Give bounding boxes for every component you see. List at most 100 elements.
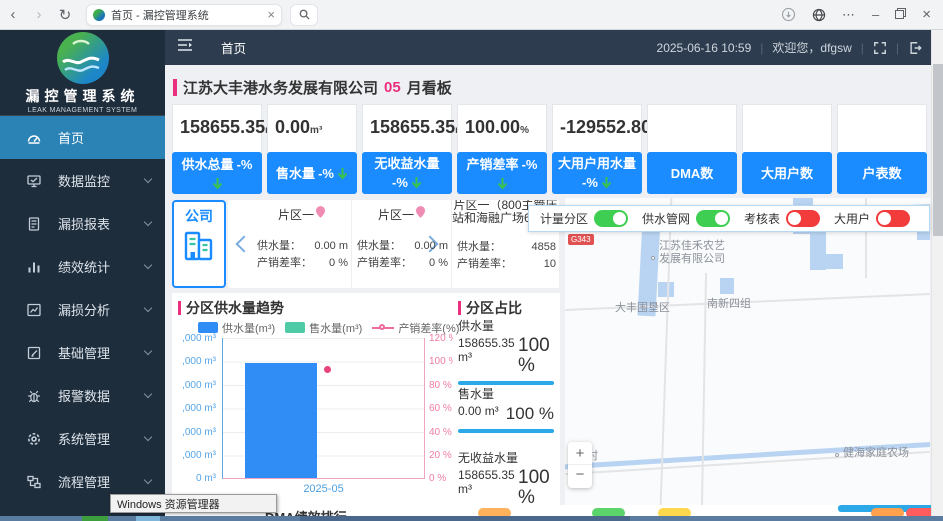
rank-pill-green [592, 508, 625, 516]
toggle-label-metering-zone: 计量分区 [540, 210, 588, 227]
sidebar-item-leak-analysis[interactable]: 漏损分析 [0, 288, 165, 331]
toggle-metering-zone[interactable] [594, 210, 628, 227]
kpi-label-button[interactable]: 户表数 [837, 152, 927, 194]
browser-chrome: ‹ › ↻ 首页 - 漏控管理系统 × ⋯ – × [0, 0, 943, 30]
app-logo [57, 32, 109, 84]
sidebar-item-basic-management[interactable]: 基础管理 [0, 331, 165, 374]
kpi-value [837, 104, 927, 152]
sidebar-item-label: 基础管理 [58, 343, 110, 362]
browser-tab[interactable]: 首页 - 漏控管理系统 × [86, 4, 282, 26]
kpi-label-button[interactable]: DMA数 [647, 152, 737, 194]
zoom-in-button[interactable]: + [568, 442, 592, 465]
title-accent-bar [173, 79, 177, 96]
ratio-percent: 100 % [518, 468, 554, 508]
globe-icon[interactable] [812, 8, 826, 22]
search-button[interactable] [290, 4, 318, 26]
chevron-down-icon [144, 218, 152, 226]
tab-close-icon[interactable]: × [267, 7, 275, 22]
building-icon [181, 226, 217, 264]
breadcrumb[interactable]: 首页 [221, 38, 246, 57]
kpi-label-button[interactable]: 产销差率-% [457, 152, 547, 194]
taskbar-active-app[interactable] [300, 516, 630, 521]
toggle-assessment-meter[interactable] [786, 210, 820, 227]
sidebar-item-data-monitor[interactable]: 数据监控 [0, 159, 165, 202]
sidebar-item-alarm-data[interactable]: 报警数据 [0, 374, 165, 417]
page-scrollbar[interactable] [931, 30, 943, 521]
y-axis-tick: 20 % [429, 450, 453, 461]
fullscreen-icon[interactable] [873, 41, 887, 55]
zone-title: 片区一 [352, 206, 451, 238]
kpi-card-meter-count: 户表数 [837, 104, 927, 194]
search-icon [299, 9, 310, 20]
kpi-label-button[interactable]: 无收益水量-% [362, 152, 452, 194]
minimize-icon[interactable]: – [872, 7, 879, 22]
kpi-value [647, 104, 737, 152]
board-suffix: 月看板 [407, 77, 452, 98]
zoom-out-button[interactable]: − [568, 465, 592, 487]
zone-carousel: 片区一 供水量：0.00 m 产销差率：0 % 片区一 供水量：0.00 m 产… [228, 200, 560, 288]
sidebar-item-home[interactable]: 首页 [0, 116, 165, 159]
title-accent-bar [458, 301, 461, 315]
nrw-rate-point[interactable] [324, 366, 331, 373]
forward-icon[interactable]: › [26, 6, 52, 23]
y-axis-tick: 0 % [429, 473, 453, 484]
taskbar-app-icon[interactable] [136, 516, 160, 521]
divider: | [760, 41, 763, 55]
gis-map[interactable]: G343 江苏佳禾农艺发展有限公司 大丰围垦区 南新四组 羊村 健海家庭农场 +… [565, 198, 930, 505]
chevron-down-icon [144, 347, 152, 355]
tooltip-text: Windows 资源管理器 [117, 496, 220, 512]
sidebar-item-system-management[interactable]: 系统管理 [0, 417, 165, 460]
y-axis-tick: 120 % [429, 333, 453, 344]
edit-icon [26, 345, 42, 361]
scrollbar-thumb[interactable] [933, 64, 943, 236]
welcome-user: 欢迎您，dfgsw [772, 39, 851, 56]
screen: ‹ › ↻ 首页 - 漏控管理系统 × ⋯ – × 漏控管理系统 LEAK MA [0, 0, 943, 521]
bar-chart-icon [26, 259, 42, 275]
ratio-label: 无收益水量 [458, 449, 554, 466]
logout-icon[interactable] [908, 41, 923, 55]
toggle-label-supply-network: 供水管网 [642, 210, 690, 227]
close-icon[interactable]: × [922, 6, 931, 23]
toggle-supply-network[interactable] [696, 210, 730, 227]
trend-down-icon [212, 177, 223, 190]
download-icon[interactable] [781, 7, 796, 22]
chevron-down-icon [144, 304, 152, 312]
toggle-label-large-user: 大用户 [834, 210, 870, 227]
restore-icon[interactable] [895, 10, 904, 19]
sidebar-item-performance-stats[interactable]: 绩效统计 [0, 245, 165, 288]
kpi-value: 158655.35m³ [362, 104, 452, 152]
kpi-value: 0.00m³ [267, 104, 357, 152]
kpi-value: -129552.80m³ [552, 104, 642, 152]
supply-bar[interactable] [245, 363, 317, 478]
carousel-prev-icon[interactable] [236, 236, 253, 253]
map-poi-marker [835, 453, 839, 457]
browser-menu-icon[interactable]: ⋯ [842, 7, 856, 23]
kpi-card-nrw-rate: 100.00% 产销差率-% [457, 104, 547, 194]
kpi-label-button[interactable]: 售水量-% [267, 152, 357, 194]
sidebar-item-label: 报警数据 [58, 386, 110, 405]
kpi-label-button[interactable]: 大用户数 [742, 152, 832, 194]
chevron-down-icon [144, 476, 152, 484]
zone-panel[interactable]: 片区一 供水量：0.00 m 产销差率：0 % [252, 200, 352, 288]
legend-sales[interactable]: 售水量(m³) [285, 320, 362, 336]
zone-supply: 供水量：4858 [452, 239, 559, 256]
back-icon[interactable]: ‹ [0, 6, 26, 23]
title-accent-bar [178, 301, 181, 315]
ratio-progress-bar [458, 429, 554, 433]
sidebar-item-leak-report[interactable]: 漏损报表 [0, 202, 165, 245]
trend-down-icon [411, 176, 422, 189]
toggle-large-user[interactable] [876, 210, 910, 227]
bottom-section-clipped: DMA绩效排行 [165, 505, 931, 516]
zone-panel[interactable]: 片区一 供水量：0.00 m 产销差率：0 % [352, 200, 452, 288]
kpi-label-button[interactable]: 供水总量-% [172, 152, 262, 194]
company-selector-card[interactable]: 公司 [172, 200, 226, 288]
windows-taskbar[interactable] [0, 516, 943, 521]
collapse-sidebar-icon[interactable] [177, 38, 193, 57]
report-icon [26, 216, 42, 232]
map-poi-marker [651, 256, 655, 260]
reload-icon[interactable]: ↻ [52, 6, 78, 24]
kpi-label-button[interactable]: 大用户用水量-% [552, 152, 642, 194]
taskbar-app-icon[interactable] [82, 516, 108, 521]
trend-down-icon [497, 177, 508, 190]
dashboard-content: 江苏大丰港水务发展有限公司 05 月看板 158655.35m³ 供水总量-% … [165, 65, 931, 516]
